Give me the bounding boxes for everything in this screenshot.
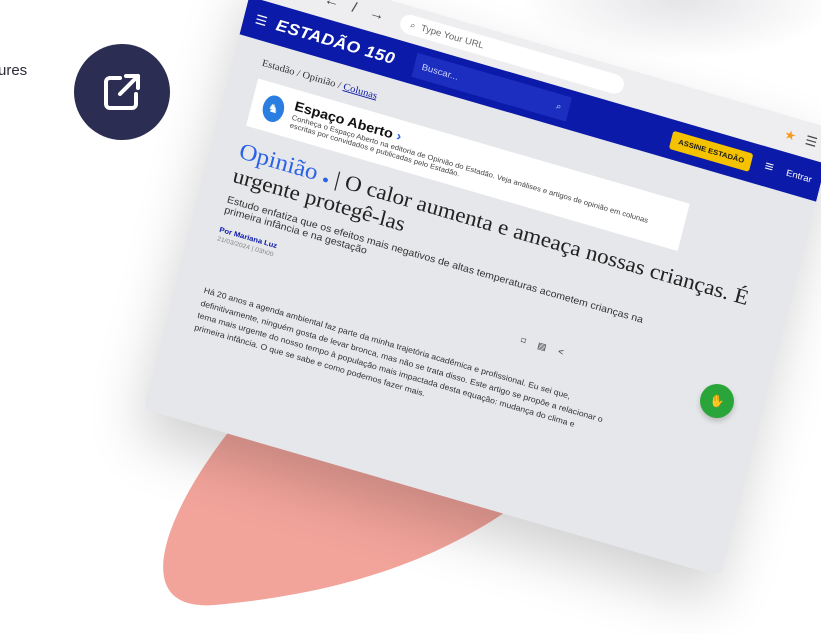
- breadcrumb-item[interactable]: Colunas: [342, 81, 378, 101]
- share-icon[interactable]: <: [557, 347, 565, 358]
- search-placeholder: Buscar...: [420, 62, 460, 83]
- external-link-icon: [104, 74, 140, 110]
- forward-arrow-icon[interactable]: →: [367, 5, 387, 25]
- comment-icon[interactable]: ▤: [536, 341, 547, 353]
- reload-icon[interactable]: /: [350, 0, 358, 17]
- external-link-badge[interactable]: [74, 44, 170, 140]
- breadcrumb-item[interactable]: Opinião: [301, 70, 337, 90]
- info-dot-icon: ●: [320, 172, 331, 187]
- url-placeholder: Type Your URL: [419, 23, 485, 51]
- back-arrow-icon[interactable]: ←: [322, 0, 342, 12]
- cropped-heading-text: ures: [0, 62, 28, 79]
- accessibility-fab-icon[interactable]: ✋: [700, 384, 734, 418]
- menu-icon[interactable]: ☰: [804, 132, 819, 150]
- breadcrumb-item[interactable]: Estadão: [261, 58, 296, 78]
- options-menu-icon[interactable]: ≡: [763, 159, 775, 177]
- login-button[interactable]: Entrar: [785, 168, 813, 185]
- search-icon: ⌕: [554, 101, 563, 113]
- bookmark-icon[interactable]: ⌑: [519, 336, 526, 347]
- hamburger-icon[interactable]: ☰: [254, 11, 269, 29]
- star-icon[interactable]: ★: [783, 126, 798, 144]
- search-icon: ⌕: [409, 19, 417, 31]
